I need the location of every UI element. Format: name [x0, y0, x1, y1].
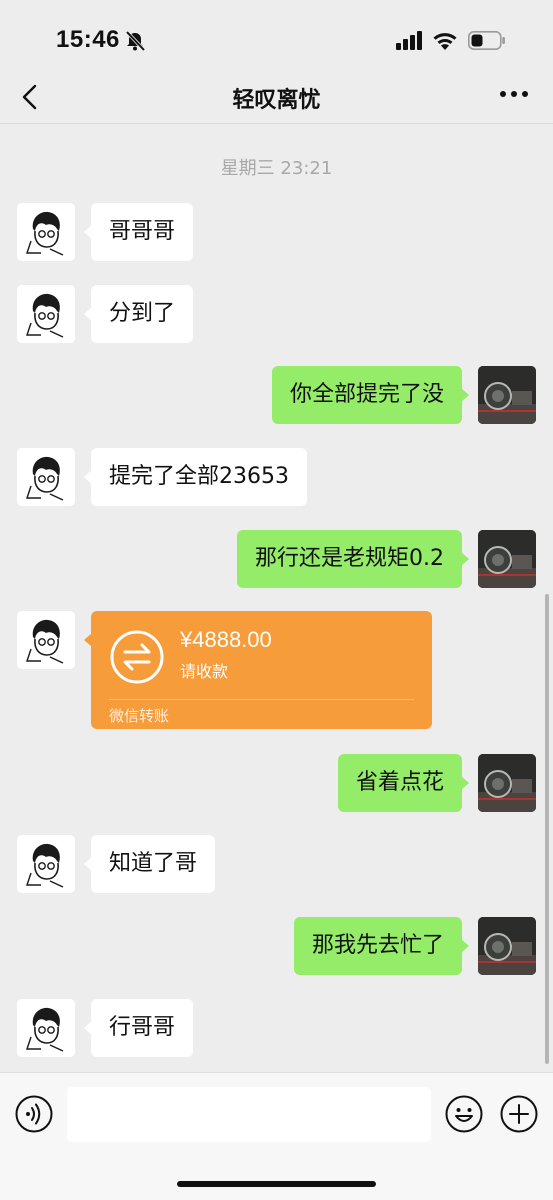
status-time: 15:46 — [56, 26, 120, 53]
plus-icon[interactable] — [500, 1095, 538, 1133]
contact-avatar[interactable] — [17, 203, 75, 261]
battery-icon — [468, 31, 505, 50]
transfer-amount: ¥4888.00 — [180, 627, 272, 652]
self-avatar[interactable] — [478, 917, 536, 975]
self-avatar[interactable] — [478, 366, 536, 424]
input-bar — [0, 1072, 553, 1200]
message-bubble[interactable]: 行哥哥 — [83, 999, 194, 1057]
contact-avatar[interactable] — [17, 835, 75, 893]
bell-off-icon — [125, 30, 146, 52]
transfer-divider — [109, 699, 414, 700]
message-bubble[interactable]: 提完了全部23653 — [84, 448, 307, 506]
contact-avatar[interactable] — [17, 611, 75, 669]
chat-scrollbar[interactable] — [545, 594, 549, 1064]
message-bubble[interactable]: 哥哥哥 — [83, 203, 194, 261]
message-bubble[interactable]: 你全部提完了没 — [271, 366, 470, 424]
contact-avatar[interactable] — [17, 999, 75, 1057]
voice-icon[interactable] — [15, 1095, 53, 1133]
chat-title: 轻叹离忧 — [232, 88, 321, 113]
message-bubble[interactable]: 那我先去忙了 — [293, 917, 470, 975]
chat-area: 星期三 23:21 哥哥哥 分到了 你全部提完了没 提完了全部23653 那行还… — [0, 124, 553, 1072]
nav-bar: 轻叹离忧 — [0, 72, 553, 124]
message-input[interactable] — [67, 1087, 431, 1142]
wifi-icon — [433, 33, 457, 50]
signal-icon — [396, 31, 422, 50]
message-bubble[interactable]: 知道了哥 — [83, 835, 216, 893]
self-avatar[interactable] — [478, 754, 536, 812]
transfer-footer: 微信转账 — [109, 707, 170, 725]
transfer-arrows-icon — [110, 630, 164, 684]
self-avatar[interactable] — [478, 530, 536, 588]
message-timestamp: 星期三 23:21 — [220, 158, 333, 179]
status-bar: 15:46 — [0, 0, 553, 72]
more-icon[interactable] — [498, 88, 530, 100]
home-indicator[interactable] — [177, 1181, 376, 1187]
transfer-card[interactable]: ¥4888.00 请收款 微信转账 — [84, 611, 432, 729]
transfer-note: 请收款 — [180, 662, 229, 681]
contact-avatar[interactable] — [17, 285, 75, 343]
contact-avatar[interactable] — [17, 448, 75, 506]
emoji-icon[interactable] — [445, 1095, 483, 1133]
message-bubble[interactable]: 分到了 — [83, 285, 194, 343]
message-bubble[interactable]: 那行还是老规矩0.2 — [237, 530, 469, 588]
message-bubble[interactable]: 省着点花 — [337, 754, 470, 812]
